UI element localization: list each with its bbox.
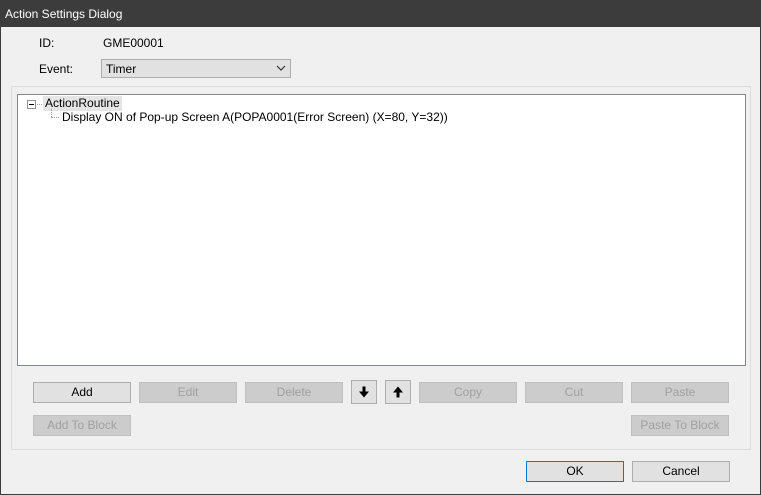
paste-to-block-button[interactable]: Paste To Block [631,415,729,436]
edit-button[interactable]: Edit [139,382,237,403]
cancel-button[interactable]: Cancel [632,461,730,482]
ok-button[interactable]: OK [526,461,624,482]
add-to-block-button[interactable]: Add To Block [33,415,131,436]
delete-button[interactable]: Delete [245,382,343,403]
action-tree-view[interactable]: ActionRoutine Display ON of Pop-up Scree… [17,94,746,366]
id-value: GME00001 [103,36,164,50]
tree-node-action[interactable]: Display ON of Pop-up Screen A(POPA0001(E… [62,110,448,125]
arrow-down-icon [359,386,369,398]
cut-button[interactable]: Cut [525,382,623,403]
event-label: Event: [39,62,74,76]
move-up-button[interactable] [385,380,411,404]
collapse-toggle-icon[interactable] [27,100,36,109]
tree-node-actionroutine[interactable]: ActionRoutine [43,96,122,111]
action-settings-dialog: Action Settings Dialog ID: GME00001 Even… [0,0,761,495]
paste-button[interactable]: Paste [631,382,729,403]
id-label: ID: [39,36,55,50]
window-title: Action Settings Dialog [1,1,760,27]
tree-connector [37,104,42,105]
add-button[interactable]: Add [33,382,131,403]
arrow-up-icon [393,386,403,398]
event-selected-value: Timer [106,62,137,76]
tree-connector [51,117,59,118]
tree-connector [51,109,52,117]
copy-button[interactable]: Copy [419,382,517,403]
chevron-down-icon [276,65,286,71]
event-select[interactable]: Timer [101,59,291,78]
move-down-button[interactable] [351,380,377,404]
